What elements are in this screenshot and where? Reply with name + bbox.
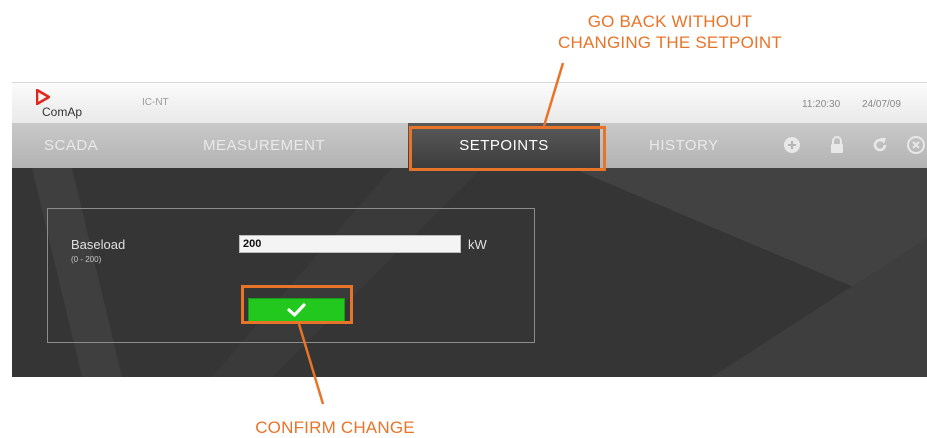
bottom-leader-line [297,323,325,405]
top-leader-line [542,62,565,127]
annotation-leaders [297,62,565,405]
confirm-change-annotation: CONFIRM CHANGE [255,418,415,437]
